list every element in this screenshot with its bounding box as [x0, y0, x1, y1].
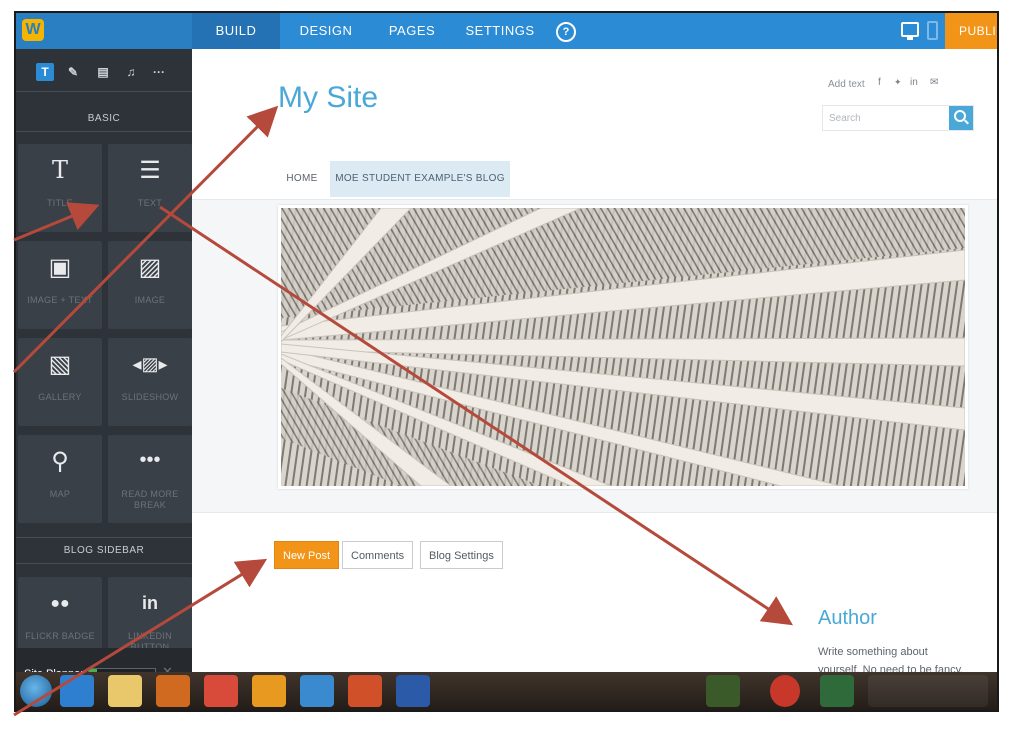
- app-icon[interactable]: [820, 675, 854, 707]
- text-icon: ☰: [139, 157, 161, 184]
- top-bar: W BUILD DESIGN PAGES SETTINGS ? PUBLI: [16, 13, 997, 49]
- screenshot-frame: W BUILD DESIGN PAGES SETTINGS ? PUBLI T …: [14, 11, 999, 712]
- menu-item-blog[interactable]: MOE STUDENT EXAMPLE'S BLOG: [330, 161, 510, 197]
- title-icon: T: [51, 156, 68, 184]
- element-read-more-break[interactable]: ••• READ MORE BREAK: [108, 435, 192, 523]
- slideshow-icon: ◂▨▸: [132, 354, 168, 374]
- ie-icon[interactable]: [60, 675, 94, 707]
- search-input[interactable]: [823, 106, 945, 130]
- start-button[interactable]: [20, 675, 52, 707]
- elements-sidebar: T ✎ ▤ ♫ ··· BASIC T TITLE ☰ TEXT ▣ IMAGE…: [16, 49, 192, 710]
- text-tool-icon[interactable]: T: [36, 63, 54, 81]
- nav-pages[interactable]: PAGES: [372, 13, 452, 49]
- element-gallery[interactable]: ▧ GALLERY: [18, 338, 102, 426]
- twitter-icon[interactable]: ✦: [894, 77, 902, 88]
- linkedin-icon: in: [142, 593, 158, 613]
- nav-settings[interactable]: SETTINGS: [452, 13, 548, 49]
- element-label: TITLE: [46, 198, 73, 208]
- image-text-icon: ▣: [48, 254, 72, 281]
- menu-item-home[interactable]: HOME: [278, 161, 326, 197]
- element-title[interactable]: T TITLE: [18, 144, 102, 232]
- mail-icon[interactable]: ✉: [930, 77, 938, 88]
- read-more-icon: •••: [139, 449, 161, 471]
- help-icon[interactable]: ?: [556, 22, 576, 42]
- mobile-icon[interactable]: [927, 21, 938, 40]
- element-map[interactable]: ⚲ MAP: [18, 435, 102, 523]
- app-icon[interactable]: [770, 675, 800, 707]
- image-icon: ▨: [138, 254, 162, 281]
- section-label-basic: BASIC: [87, 113, 121, 124]
- media-player-icon[interactable]: [156, 675, 190, 707]
- divider: [16, 131, 192, 132]
- powerpoint-icon[interactable]: [348, 675, 382, 707]
- pencil-icon[interactable]: ✎: [64, 63, 82, 81]
- banner-image[interactable]: [278, 205, 968, 489]
- add-text[interactable]: Add text: [828, 79, 865, 90]
- outlook-icon[interactable]: [252, 675, 286, 707]
- nav-build[interactable]: BUILD: [192, 13, 280, 49]
- element-label: TEXT: [137, 198, 163, 208]
- flickr-icon: ●●: [50, 595, 70, 612]
- author-heading[interactable]: Author: [818, 607, 877, 630]
- divider: [16, 91, 192, 92]
- element-label: MAP: [49, 489, 71, 499]
- media-icon[interactable]: ♫: [122, 63, 140, 81]
- map-icon: ⚲: [51, 448, 69, 475]
- divider: [16, 537, 192, 538]
- excel-icon[interactable]: [706, 675, 740, 707]
- facebook-icon[interactable]: f: [878, 77, 881, 88]
- more-icon[interactable]: ···: [150, 63, 168, 81]
- element-slideshow[interactable]: ◂▨▸ SLIDESHOW: [108, 338, 192, 426]
- site-canvas: My Site Add text f ✦ in ✉ HOME MOE STUDE…: [192, 49, 997, 710]
- folder-icon[interactable]: [108, 675, 142, 707]
- element-label: SLIDESHOW: [121, 392, 179, 402]
- search-box: [822, 105, 974, 131]
- desktop-icon[interactable]: [901, 22, 919, 40]
- gallery-icon: ▧: [48, 351, 72, 378]
- new-post-button[interactable]: New Post: [274, 541, 340, 569]
- section-label-blog-sidebar: BLOG SIDEBAR: [63, 545, 145, 556]
- chrome-icon[interactable]: [204, 675, 238, 707]
- network-icon[interactable]: [300, 675, 334, 707]
- element-label: FLICKR BADGE: [25, 631, 95, 641]
- site-title[interactable]: My Site: [278, 81, 378, 115]
- divider: [16, 563, 192, 564]
- element-label: READ MORE BREAK: [121, 489, 179, 510]
- system-tray[interactable]: [868, 675, 988, 707]
- element-label: GALLERY: [38, 392, 82, 402]
- blog-settings-button[interactable]: Blog Settings: [420, 541, 503, 569]
- element-image[interactable]: ▨ IMAGE: [108, 241, 192, 329]
- weebly-logo[interactable]: W: [16, 13, 192, 49]
- linkedin-icon[interactable]: in: [910, 77, 918, 88]
- search-icon[interactable]: [949, 106, 973, 130]
- element-image-text[interactable]: ▣ IMAGE + TEXT: [18, 241, 102, 329]
- windows-taskbar: [16, 672, 997, 710]
- publish-button[interactable]: PUBLI: [945, 13, 997, 49]
- nav-design[interactable]: DESIGN: [280, 13, 372, 49]
- element-label: IMAGE: [134, 295, 166, 305]
- comments-button[interactable]: Comments: [342, 541, 414, 569]
- element-text[interactable]: ☰ TEXT: [108, 144, 192, 232]
- element-label: IMAGE + TEXT: [27, 295, 93, 305]
- layout-icon[interactable]: ▤: [94, 63, 112, 81]
- word-icon[interactable]: [396, 675, 430, 707]
- weebly-logo-icon: W: [22, 19, 44, 41]
